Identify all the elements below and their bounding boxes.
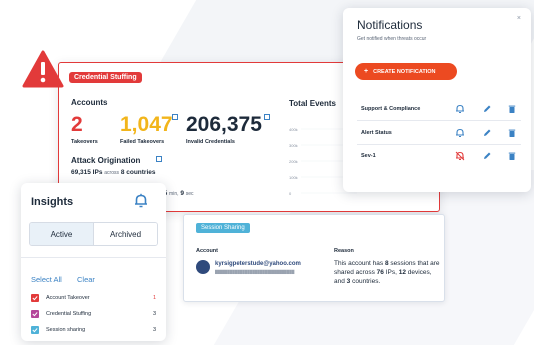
filter-label: Session sharing — [46, 327, 86, 333]
total-events-heading: Total Events — [289, 99, 336, 108]
y-tick-label: 300k — [289, 143, 298, 148]
checkbox[interactable] — [31, 294, 39, 302]
notification-row[interactable]: Alert Status — [361, 128, 521, 140]
accounts-heading: Accounts — [71, 98, 108, 107]
filter-count: 3 — [152, 311, 156, 317]
tab-archived[interactable]: Archived — [93, 223, 157, 245]
external-link-icon[interactable] — [264, 114, 270, 120]
filter-count: 3 — [152, 327, 156, 333]
insights-panel: Insights Active Archived Select All Clea… — [21, 183, 166, 341]
avatar — [196, 260, 210, 274]
account-meta: ████████████████████████████████ — [215, 270, 295, 274]
account-heading: Account — [196, 248, 218, 254]
failed-takeovers-value: 1,047 — [120, 113, 173, 136]
insights-tabs: Active Archived — [29, 222, 158, 246]
divider — [21, 257, 166, 258]
bell-icon[interactable] — [455, 128, 465, 138]
notification-row[interactable]: Sev-1 — [361, 151, 521, 163]
session-sharing-card: Session Sharing Account Reason kyrsigpet… — [183, 214, 445, 302]
edit-icon[interactable] — [482, 151, 492, 161]
plus-icon: + — [364, 68, 369, 75]
edit-icon[interactable] — [482, 128, 492, 138]
trash-icon[interactable] — [507, 104, 517, 114]
clear-link[interactable]: Clear — [77, 275, 95, 284]
trash-icon[interactable] — [507, 151, 517, 161]
takeovers-value: 2 — [71, 113, 83, 136]
checkbox[interactable] — [31, 326, 39, 334]
insight-filter-item[interactable]: Account Takeover 1 — [31, 294, 156, 304]
threat-tag: Credential Stuffing — [69, 72, 142, 83]
create-notification-button[interactable]: + CREATE NOTIFICATION — [355, 63, 457, 80]
y-tick-label: 400k — [289, 127, 298, 132]
notification-row[interactable]: Support & Compliance — [361, 104, 521, 116]
divider — [357, 120, 521, 121]
select-all-link[interactable]: Select All — [31, 275, 62, 284]
account-email[interactable]: kyrsigpeterstude@yahoo.com — [215, 261, 301, 267]
close-icon[interactable]: × — [517, 15, 521, 22]
divider — [357, 144, 521, 145]
attack-origination-heading: Attack Origination — [71, 156, 141, 165]
invalid-credentials-label: Invalid Credentials — [186, 139, 235, 145]
y-tick-label: 100k — [289, 175, 298, 180]
insight-filter-item[interactable]: Session sharing 3 — [31, 326, 156, 336]
failed-takeovers-label: Failed Takeovers — [120, 139, 165, 145]
filter-label: Credential Stuffing — [46, 311, 92, 317]
notifications-title: Notifications — [357, 18, 423, 32]
alert-warning-icon — [22, 50, 64, 88]
trash-icon[interactable] — [507, 128, 517, 138]
takeovers-label: Takeovers — [71, 139, 98, 145]
invalid-credentials-value: 206,375 — [186, 113, 262, 136]
external-link-icon[interactable] — [172, 114, 178, 120]
bell-icon[interactable] — [455, 104, 465, 114]
external-link-icon[interactable] — [156, 156, 162, 162]
y-tick-label: 200k — [289, 159, 298, 164]
edit-icon[interactable] — [482, 104, 492, 114]
reason-text: This account has 8 sessions that are sha… — [334, 260, 440, 285]
filter-label: Account Takeover — [46, 295, 90, 301]
attack-origination-detail: 69,315 IPs across 8 countries — [71, 169, 156, 176]
notifications-panel: Notifications Get notified when threats … — [343, 8, 531, 192]
notifications-subtitle: Get notified when threats occur — [357, 36, 427, 42]
session-sharing-tag: Session Sharing — [196, 223, 250, 233]
create-notification-label: CREATE NOTIFICATION — [373, 68, 436, 75]
reason-heading: Reason — [334, 248, 354, 254]
y-tick-label: 0 — [289, 191, 292, 196]
insights-title: Insights — [31, 196, 74, 208]
insight-filter-item[interactable]: Credential Stuffing 3 — [31, 310, 156, 320]
bell-icon[interactable] — [133, 193, 149, 209]
notification-label: Support & Compliance — [361, 106, 421, 112]
notification-label: Alert Status — [361, 130, 392, 136]
checkbox[interactable] — [31, 310, 39, 318]
bell-muted-icon[interactable] — [455, 151, 465, 161]
notification-label: Sev-1 — [361, 153, 376, 159]
filter-count: 1 — [152, 295, 156, 301]
tab-active[interactable]: Active — [30, 223, 93, 245]
